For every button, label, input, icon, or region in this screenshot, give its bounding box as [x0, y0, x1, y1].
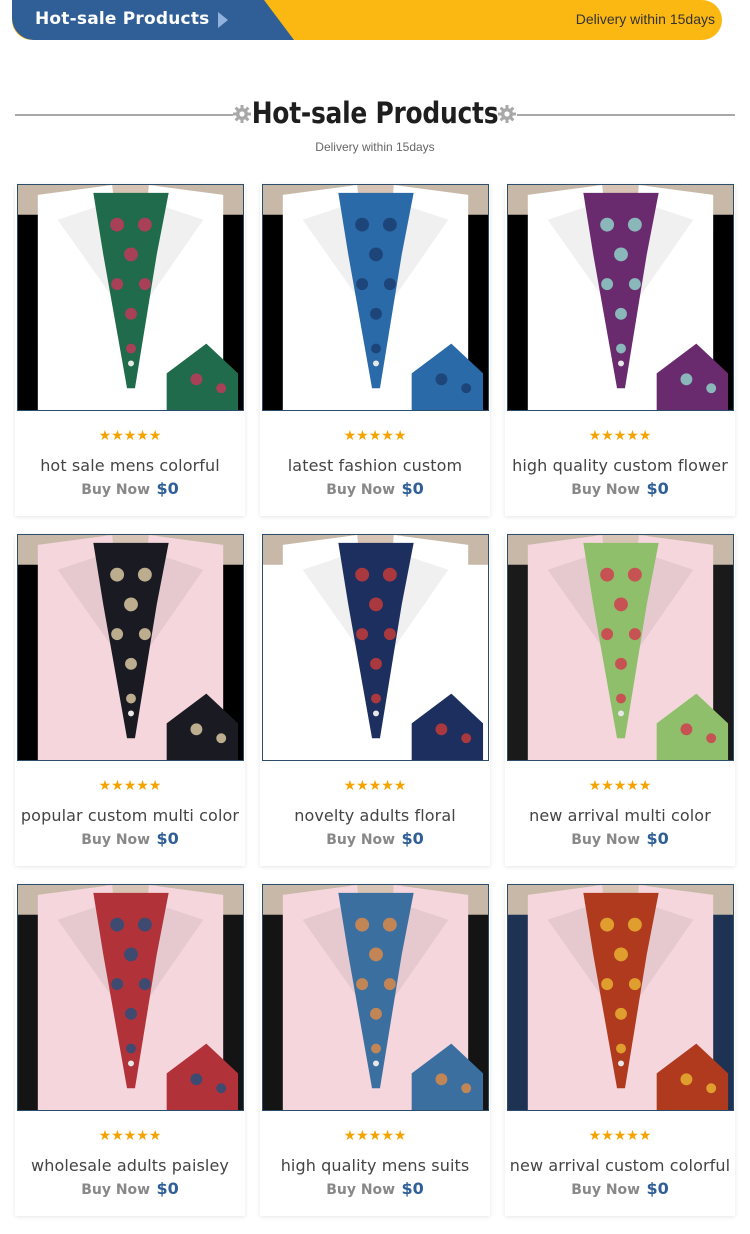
section-title: Hot-sale Products	[251, 96, 499, 130]
product-image[interactable]	[17, 184, 244, 411]
buy-row[interactable]: Buy Now $0	[260, 1179, 490, 1199]
buy-now-label[interactable]: Buy Now	[571, 832, 640, 848]
product-price: $0	[156, 829, 179, 848]
rating-stars: ★★★★★	[588, 427, 652, 443]
product-title[interactable]: novelty adults floral	[254, 806, 496, 825]
buy-now-label[interactable]: Buy Now	[81, 482, 150, 498]
product-price: $0	[401, 479, 424, 498]
buy-now-label[interactable]: Buy Now	[571, 482, 640, 498]
product-title[interactable]: new arrival multi color	[499, 806, 741, 825]
product-image[interactable]	[262, 184, 489, 411]
buy-now-label[interactable]: Buy Now	[326, 1182, 395, 1198]
product-title[interactable]: high quality mens suits	[254, 1156, 496, 1175]
product-image[interactable]	[17, 884, 244, 1111]
rating-stars: ★★★★★	[98, 777, 162, 793]
buy-now-label[interactable]: Buy Now	[326, 482, 395, 498]
rating-stars: ★★★★★	[98, 427, 162, 443]
buy-row[interactable]: Buy Now $0	[15, 479, 245, 499]
product-card[interactable]: ★★★★★ high quality mens suits Buy Now $0	[260, 884, 490, 1216]
product-image[interactable]	[507, 184, 734, 411]
buy-row[interactable]: Buy Now $0	[260, 479, 490, 499]
product-card[interactable]: ★★★★★ new arrival multi color Buy Now $0	[505, 534, 735, 866]
product-card[interactable]: ★★★★★ new arrival custom colorful Buy No…	[505, 884, 735, 1216]
product-title[interactable]: hot sale mens colorful	[9, 456, 251, 475]
arrow-right-icon	[218, 12, 228, 28]
rating-stars: ★★★★★	[343, 427, 407, 443]
buy-now-label[interactable]: Buy Now	[571, 1182, 640, 1198]
buy-row[interactable]: Buy Now $0	[260, 829, 490, 849]
buy-now-label[interactable]: Buy Now	[81, 832, 150, 848]
rating-stars: ★★★★★	[343, 1127, 407, 1143]
buy-row[interactable]: Buy Now $0	[505, 479, 735, 499]
top-banner: Hot-sale Products Delivery within 15days	[12, 0, 722, 40]
buy-row[interactable]: Buy Now $0	[505, 1179, 735, 1199]
banner-title: Hot-sale Products	[35, 9, 210, 29]
banner-delivery-text: Delivery within 15days	[575, 11, 715, 27]
product-title[interactable]: popular custom multi color	[9, 806, 251, 825]
product-title[interactable]: high quality custom flower	[499, 456, 741, 475]
product-card[interactable]: ★★★★★ latest fashion custom Buy Now $0	[260, 184, 490, 516]
buy-now-label[interactable]: Buy Now	[81, 1182, 150, 1198]
product-card[interactable]: ★★★★★ popular custom multi color Buy Now…	[15, 534, 245, 866]
product-price: $0	[646, 1179, 669, 1198]
section-subtitle: Delivery within 15days	[315, 140, 435, 154]
product-title[interactable]: wholesale adults paisley	[9, 1156, 251, 1175]
product-card[interactable]: ★★★★★ hot sale mens colorful Buy Now $0	[15, 184, 245, 516]
product-price: $0	[646, 829, 669, 848]
product-title[interactable]: new arrival custom colorful	[499, 1156, 741, 1175]
product-image[interactable]	[507, 534, 734, 761]
product-image[interactable]	[262, 534, 489, 761]
product-title[interactable]: latest fashion custom	[254, 456, 496, 475]
rating-stars: ★★★★★	[343, 777, 407, 793]
product-card[interactable]: ★★★★★ high quality custom flower Buy Now…	[505, 184, 735, 516]
rating-stars: ★★★★★	[588, 1127, 652, 1143]
buy-row[interactable]: Buy Now $0	[15, 1179, 245, 1199]
product-image[interactable]	[17, 534, 244, 761]
product-image[interactable]	[262, 884, 489, 1111]
buy-now-label[interactable]: Buy Now	[326, 832, 395, 848]
product-price: $0	[156, 1179, 179, 1198]
product-price: $0	[401, 829, 424, 848]
rating-stars: ★★★★★	[98, 1127, 162, 1143]
product-card[interactable]: ★★★★★ wholesale adults paisley Buy Now $…	[15, 884, 245, 1216]
buy-row[interactable]: Buy Now $0	[15, 829, 245, 849]
buy-row[interactable]: Buy Now $0	[505, 829, 735, 849]
rating-stars: ★★★★★	[588, 777, 652, 793]
product-price: $0	[156, 479, 179, 498]
product-image[interactable]	[507, 884, 734, 1111]
product-card[interactable]: ★★★★★ novelty adults floral Buy Now $0	[260, 534, 490, 866]
product-price: $0	[646, 479, 669, 498]
product-price: $0	[401, 1179, 424, 1198]
